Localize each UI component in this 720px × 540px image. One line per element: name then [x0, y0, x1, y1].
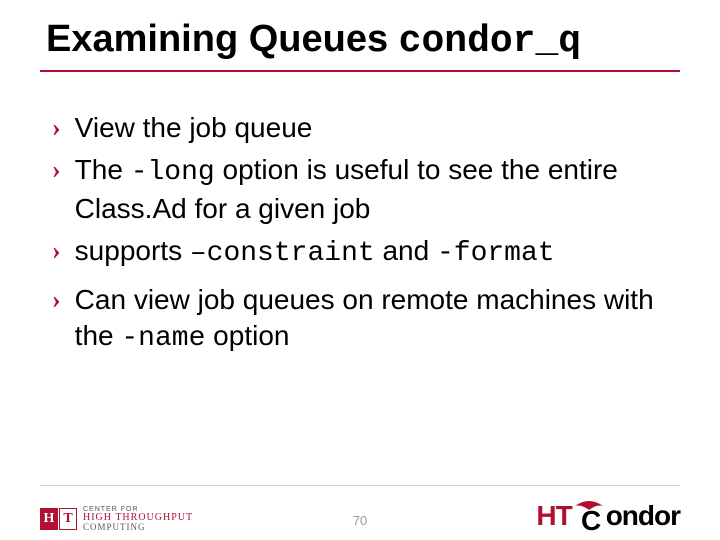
bullet-marker: ›: [52, 110, 61, 146]
bullet-text: The -long option is useful to see the en…: [75, 152, 680, 227]
logo-ondor: ondor: [606, 500, 680, 532]
code-span: -name: [121, 323, 205, 354]
logo-h-square: H: [40, 508, 58, 530]
slide-title: Examining Queues condor_q: [46, 18, 581, 63]
htcondor-logo: HT C ondor: [536, 498, 680, 532]
title-plain: Examining Queues: [46, 18, 399, 60]
logo-ht: HT: [536, 500, 571, 532]
chtc-logo: H T CENTER FOR HIGH THROUGHPUT COMPUTING: [40, 506, 193, 532]
logo-t-square: T: [59, 508, 77, 530]
bullet-marker: ›: [52, 152, 61, 188]
text-span: option: [205, 320, 289, 351]
logo-text: CENTER FOR HIGH THROUGHPUT COMPUTING: [83, 506, 193, 532]
code-span: -format: [437, 238, 555, 269]
bullet-item: › supports –constraint and -format: [52, 233, 680, 272]
text-span: and: [375, 235, 437, 266]
bullet-item: › The -long option is useful to see the …: [52, 152, 680, 227]
bullet-item: › View the job queue: [52, 110, 680, 146]
svg-text:C: C: [581, 505, 601, 532]
bullet-text: supports –constraint and -format: [75, 233, 555, 272]
page-number: 70: [353, 513, 367, 528]
bullet-marker: ›: [52, 233, 61, 269]
bullet-item: › Can view job queues on remote machines…: [52, 282, 680, 357]
bullet-text: View the job queue: [75, 110, 313, 146]
title-mono: condor_q: [399, 20, 581, 63]
title-underline: [40, 70, 680, 72]
content-area: › View the job queue › The -long option …: [52, 110, 680, 363]
text-span: supports: [75, 235, 190, 266]
text-span: The: [75, 154, 131, 185]
code-span: –constraint: [190, 238, 375, 269]
bullet-text: Can view job queues on remote machines w…: [75, 282, 680, 357]
text-span: View the job queue: [75, 112, 313, 143]
logo-c-bird: C: [573, 498, 605, 532]
footer-divider: [40, 485, 680, 486]
bullet-marker: ›: [52, 282, 61, 318]
code-span: -long: [131, 157, 215, 188]
logo-line3: COMPUTING: [83, 523, 193, 532]
